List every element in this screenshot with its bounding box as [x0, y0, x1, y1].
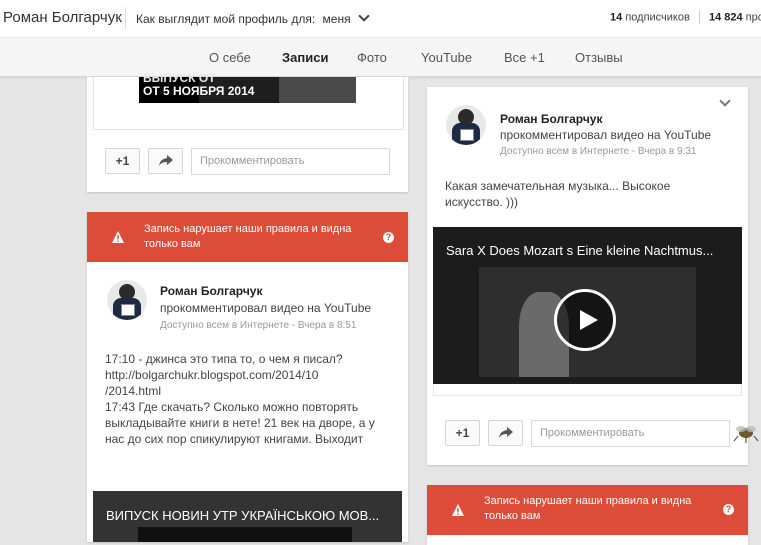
help-icon[interactable]: ?: [383, 232, 394, 243]
tab-reviews[interactable]: Отзывы: [575, 50, 623, 65]
followers-label[interactable]: подписчиков: [625, 11, 690, 23]
tab-photos[interactable]: Фото: [357, 50, 387, 65]
video-preview: [479, 267, 696, 377]
post-card: Запись нарушает наши правила и видна тол…: [87, 212, 408, 542]
video-preview: [138, 527, 352, 542]
post-body-line: выкладывайте книги в нете! 21 век на дво…: [105, 416, 375, 430]
video-embed[interactable]: Sara X Does Mozart s Eine kleine Nachtmu…: [433, 227, 742, 384]
post-author[interactable]: Роман Болгарчук: [500, 112, 602, 126]
post-body-line: 17:10 - джинса это типа то, о чем я писа…: [105, 352, 343, 366]
share-icon: [498, 427, 513, 438]
policy-warning-banner: Запись нарушает наши правила и видна тол…: [87, 212, 408, 262]
comment-input[interactable]: Прокомментировать: [531, 420, 730, 447]
post-card: Роман Болгарчук прокомментировал видео н…: [427, 87, 748, 465]
followers-count[interactable]: 14: [610, 11, 622, 23]
post-meta: Доступно всем в Интернете - Вчера в 9:31: [500, 146, 696, 157]
post-link[interactable]: /2014.html: [105, 383, 395, 399]
video-title[interactable]: ВИПУСК НОВИН УТР УКРАЇНСЬКОЮ МОВ...: [106, 508, 396, 523]
stats-divider: [698, 11, 700, 24]
view-as-selector[interactable]: Как выглядит мой профиль для: меня: [136, 10, 370, 26]
chevron-down-icon[interactable]: [719, 95, 731, 107]
post-time[interactable]: Вчера в 8:51: [298, 320, 357, 331]
thumbnail-caption-2: ОТ 5 НОЯБРЯ 2014: [143, 84, 255, 98]
profile-tabs: О себе Записи Фото YouTube Все +1 Отзывы: [0, 38, 761, 77]
policy-warning-banner: Запись нарушает наши правила и видна тол…: [427, 485, 748, 535]
avatar-frame: [121, 304, 135, 316]
header-divider: [125, 7, 126, 30]
post-body-line: Какая замечательная музыка... Высокое: [445, 179, 671, 193]
avatar-frame: [460, 129, 474, 141]
help-icon[interactable]: ?: [723, 504, 734, 515]
play-button[interactable]: [554, 289, 616, 351]
tab-posts[interactable]: Записи: [282, 50, 328, 65]
post-body-line: нас до сих пор спикулируют книгами. Выхо…: [105, 432, 364, 446]
video-title[interactable]: Sara X Does Mozart s Eine kleine Nachtmu…: [446, 243, 736, 258]
bug-icon: [733, 426, 759, 443]
post-body: 17:10 - джинса это типа то, о чем я писа…: [105, 351, 395, 447]
tab-plus-ones[interactable]: Все +1: [504, 50, 545, 65]
tab-about[interactable]: О себе: [209, 50, 251, 65]
comment-input[interactable]: Прокомментировать: [191, 148, 390, 175]
post-author[interactable]: Роман Болгарчук: [160, 284, 262, 298]
warning-text: Запись нарушает наши правила и видна тол…: [144, 223, 352, 250]
views-label: просм: [745, 11, 761, 24]
post-time[interactable]: Вчера в 9:31: [638, 146, 697, 157]
warning-icon: [112, 231, 124, 243]
profile-stats: 14 подписчиков 14 824 просм: [610, 11, 761, 24]
thumbnail-image: [279, 77, 356, 103]
post-link[interactable]: http://bolgarchukr.blogspot.com/2014/10: [105, 367, 395, 383]
avatar[interactable]: [107, 280, 147, 320]
share-button[interactable]: [488, 420, 523, 446]
warning-icon: [452, 504, 464, 516]
post-action[interactable]: прокомментировал видео на YouTube: [500, 128, 711, 142]
chevron-down-icon[interactable]: [358, 10, 370, 22]
post-action[interactable]: прокомментировал видео на YouTube: [160, 301, 371, 315]
view-as-value[interactable]: меня: [323, 12, 351, 26]
post-body-line: 17:43 Где скачать? Сколько можно повторя…: [105, 400, 359, 414]
plus-one-button[interactable]: +1: [445, 420, 480, 446]
post-visibility[interactable]: Доступно всем в Интернете: [500, 146, 629, 157]
view-as-label: Как выглядит мой профиль для:: [136, 12, 316, 26]
plus-one-button[interactable]: +1: [105, 148, 140, 174]
post-meta: Доступно всем в Интернете - Вчера в 8:51: [160, 320, 356, 331]
post-body-line: искусство. ))): [445, 195, 519, 209]
post-visibility[interactable]: Доступно всем в Интернете: [160, 320, 289, 331]
warning-text: Запись нарушает наши правила и видна тол…: [484, 495, 692, 522]
profile-name[interactable]: Роман Болгарчук: [3, 9, 122, 26]
post-body: Какая замечательная музыка... Высокое ис…: [445, 178, 735, 210]
views-count: 14 824: [708, 11, 743, 24]
share-icon: [158, 155, 173, 166]
share-button[interactable]: [148, 148, 183, 174]
post-card: ВЫПУСК ОТ ОТ 5 НОЯБРЯ 2014 +1 Прокоммент…: [87, 71, 408, 192]
post-card: Запись нарушает наши правила и видна тол…: [427, 485, 748, 545]
play-icon: [580, 310, 598, 330]
video-thumbnail[interactable]: ВЫПУСК ОТ ОТ 5 НОЯБРЯ 2014: [139, 71, 356, 103]
profile-header: Роман Болгарчук Как выглядит мой профиль…: [0, 0, 761, 38]
video-embed[interactable]: ВИПУСК НОВИН УТР УКРАЇНСЬКОЮ МОВ...: [93, 491, 402, 542]
tab-youtube[interactable]: YouTube: [421, 50, 472, 65]
thumbnail-caption-1: ВЫПУСК ОТ: [143, 71, 216, 85]
avatar[interactable]: [446, 105, 486, 145]
